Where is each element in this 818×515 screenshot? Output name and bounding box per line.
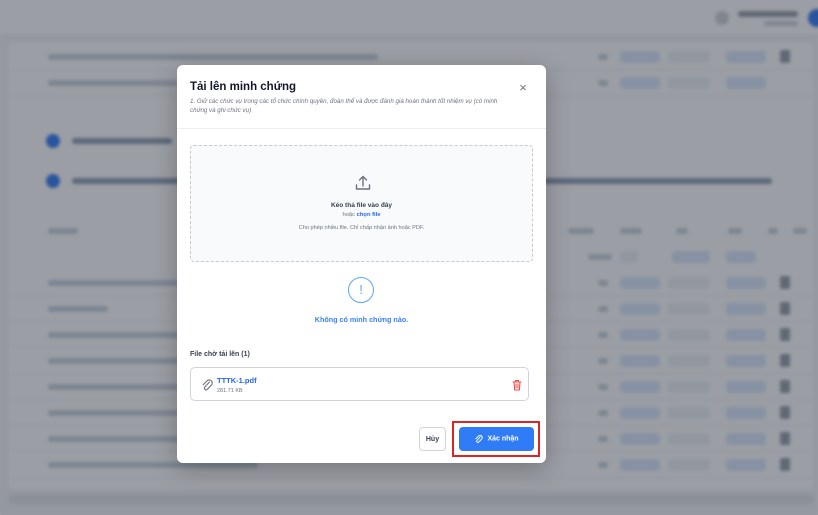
upload-evidence-modal: Tải lên minh chứng 1. Giữ các chức vụ tr…	[177, 65, 546, 463]
file-size: 281.71 KB	[217, 388, 243, 394]
dropzone-hint: Cho phép nhiều file. Chỉ chấp nhận ảnh h…	[298, 225, 425, 231]
choose-file-link[interactable]: chọn file	[357, 212, 381, 218]
modal-subtitle: 1. Giữ các chức vụ trong các tổ chức chí…	[190, 98, 498, 114]
cancel-button[interactable]: Hủy	[419, 427, 446, 451]
dropzone-title: Kéo thả file vào đây	[330, 202, 393, 209]
confirm-button-label: Xác nhận	[487, 435, 519, 443]
close-icon[interactable]: ×	[515, 80, 531, 96]
info-icon: !	[348, 277, 374, 303]
dropzone-or-line: hoặc chọn file	[191, 212, 532, 218]
empty-evidence-text: Không có minh chứng nào.	[314, 315, 409, 324]
paperclip-icon	[202, 379, 213, 391]
confirm-button[interactable]: Xác nhận	[459, 427, 534, 451]
file-dropzone[interactable]: Kéo thả file vào đây hoặc chọn file Cho …	[190, 145, 533, 262]
modal-title: Tải lên minh chứng	[190, 81, 297, 93]
file-name[interactable]: TTTK-1.pdf	[217, 376, 257, 385]
upload-icon	[355, 175, 371, 190]
dropzone-or-text: hoặc	[342, 212, 356, 218]
pending-file-item: TTTK-1.pdf 281.71 KB	[190, 367, 529, 401]
trash-icon[interactable]	[512, 379, 522, 391]
pending-files-label: File chờ tải lên (1)	[190, 351, 250, 358]
paperclip-icon	[475, 434, 484, 443]
modal-header: Tải lên minh chứng 1. Giữ các chức vụ tr…	[177, 65, 546, 129]
